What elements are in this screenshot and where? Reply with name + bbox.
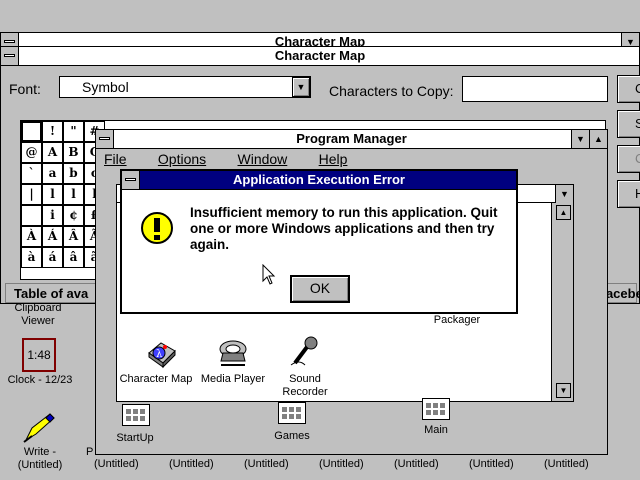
font-label: Font: [9, 81, 41, 97]
clock-icon[interactable]: 1:48 [22, 338, 56, 372]
program-manager-menubar: File Options Window Help [104, 150, 375, 168]
program-manager-title: Program Manager [296, 131, 407, 146]
minimized-app-label[interactable]: (Untitled) [169, 458, 214, 470]
menu-window[interactable]: Window [238, 151, 302, 167]
character-cell[interactable]: ¢ [63, 205, 84, 226]
sound-recorder-icon-label[interactable]: Sound Recorder [267, 373, 343, 399]
error-dialog: Application Execution Error Insufficient… [120, 169, 518, 314]
character-cell[interactable] [21, 205, 42, 226]
minimized-app-label[interactable]: (Untitled) [319, 458, 364, 470]
menu-options[interactable]: Options [158, 151, 220, 167]
character-map-title: Character Map [274, 48, 366, 63]
character-cell[interactable]: a [42, 163, 63, 184]
minimized-app-label[interactable]: (Untitled) [244, 458, 289, 470]
clock-label[interactable]: Clock - 12/23 [0, 374, 80, 387]
minimize-icon[interactable]: ▼ [555, 185, 573, 203]
startup-group-icon[interactable] [122, 404, 150, 426]
select-button[interactable]: S [617, 110, 640, 138]
minimized-app-label[interactable]: (Untitled) [544, 458, 589, 470]
system-menu-icon[interactable] [1, 47, 19, 65]
character-cell[interactable]: á [42, 247, 63, 268]
program-manager-titlebar[interactable]: Program Manager ▼ ▲ [96, 130, 607, 149]
minimized-app-label[interactable]: (Untitled) [94, 458, 139, 470]
svg-text:λ: λ [156, 349, 163, 360]
character-cell[interactable]: â [63, 247, 84, 268]
character-cell[interactable]: ! [42, 121, 63, 142]
clipboard-viewer-label[interactable]: Clipboard Viewer [8, 302, 68, 328]
character-map-icon-label[interactable]: Character Map [117, 373, 195, 386]
close-button[interactable]: C [617, 75, 640, 103]
error-dialog-titlebar[interactable]: Application Execution Error [122, 171, 516, 190]
character-cell[interactable]: Â [63, 226, 84, 247]
write-icon[interactable] [22, 410, 56, 444]
sound-recorder-icon[interactable] [289, 335, 321, 369]
copy-button[interactable]: C [617, 145, 640, 173]
character-cell[interactable]: A [42, 142, 63, 163]
font-select[interactable]: Symbol ▼ [59, 76, 311, 98]
error-dialog-title: Application Execution Error [233, 172, 405, 187]
character-cell[interactable]: l [63, 184, 84, 205]
ok-button[interactable]: OK [290, 275, 350, 303]
games-group-label[interactable]: Games [262, 430, 322, 443]
character-cell[interactable] [21, 121, 42, 142]
character-map-icon[interactable]: λ [145, 339, 177, 369]
scroll-up-icon[interactable]: ▲ [556, 205, 571, 220]
characters-to-copy-label: Characters to Copy: [329, 83, 454, 99]
minimized-app-label[interactable]: (Untitled) [469, 458, 514, 470]
maximize-icon[interactable]: ▲ [589, 130, 607, 148]
main-group-label[interactable]: Main [406, 424, 466, 437]
character-cell[interactable]: @ [21, 142, 42, 163]
character-cell[interactable]: | [21, 184, 42, 205]
character-cell[interactable]: i [42, 205, 63, 226]
character-cell[interactable]: À [21, 226, 42, 247]
character-cell[interactable]: ` [21, 163, 42, 184]
character-cell[interactable]: B [63, 142, 84, 163]
system-menu-icon[interactable] [122, 171, 140, 189]
vertical-scrollbar[interactable]: ▲ ▼ [551, 203, 573, 401]
scroll-down-icon[interactable]: ▼ [556, 383, 571, 398]
menu-help[interactable]: Help [319, 151, 362, 167]
character-cell[interactable]: à [21, 247, 42, 268]
minimize-icon[interactable]: ▼ [571, 130, 589, 148]
character-map-titlebar[interactable]: Character Map [1, 47, 639, 66]
system-menu-icon[interactable] [96, 130, 114, 148]
desktop-edge-label: P [86, 446, 94, 458]
status-text: Table of ava [14, 286, 89, 301]
help-button[interactable]: H [617, 180, 640, 208]
character-cell[interactable]: Á [42, 226, 63, 247]
characters-to-copy-input[interactable] [462, 76, 608, 102]
write-label[interactable]: Write - (Untitled) [8, 446, 72, 472]
media-player-icon-label[interactable]: Media Player [195, 373, 271, 386]
games-group-icon[interactable] [278, 402, 306, 424]
font-select-value: Symbol [82, 79, 129, 95]
media-player-icon[interactable] [217, 339, 249, 369]
chevron-down-icon[interactable]: ▼ [292, 77, 310, 97]
warning-icon [140, 211, 174, 245]
startup-group-label[interactable]: StartUp [106, 432, 164, 445]
main-group-icon[interactable] [422, 398, 450, 420]
menu-file[interactable]: File [104, 151, 141, 167]
character-cell[interactable]: l [42, 184, 63, 205]
minimized-app-label[interactable]: (Untitled) [394, 458, 439, 470]
mouse-cursor-icon [262, 263, 276, 286]
character-cell[interactable]: b [63, 163, 84, 184]
error-message: Insufficient memory to run this applicat… [190, 205, 498, 252]
character-cell[interactable]: " [63, 121, 84, 142]
packager-icon-label[interactable]: Packager [417, 314, 497, 327]
